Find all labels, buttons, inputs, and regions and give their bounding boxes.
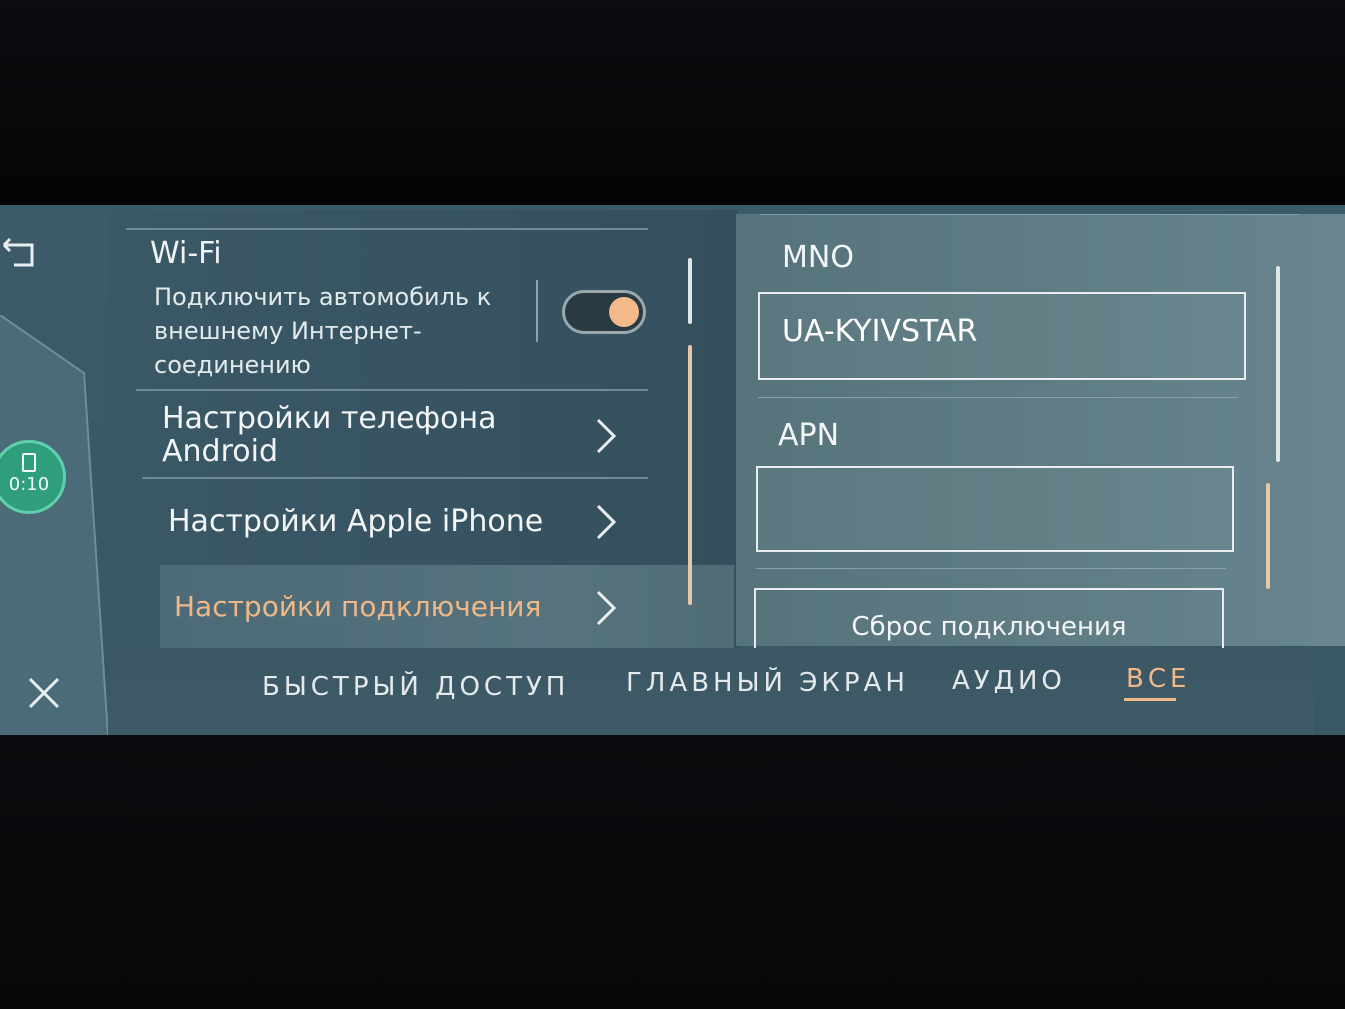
wifi-title: Wi-Fi	[150, 236, 222, 271]
divider	[136, 389, 648, 391]
active-tab-indicator	[1124, 698, 1176, 701]
right-scrollbar-track[interactable]	[1276, 266, 1280, 462]
mno-value: UA-KYIVSTAR	[782, 314, 978, 349]
toggle-divider	[536, 280, 538, 342]
scrollbar-thumb[interactable]	[688, 345, 692, 605]
toggle-knob	[609, 297, 639, 327]
divider	[758, 397, 1238, 398]
chevron-right-icon	[596, 418, 617, 454]
scrollbar-track[interactable]	[688, 258, 692, 324]
mno-field[interactable]: UA-KYIVSTAR	[758, 292, 1246, 380]
apn-label: APN	[778, 418, 840, 453]
close-icon[interactable]	[26, 675, 62, 711]
tab-home-screen[interactable]: ГЛАВНЫЙ ЭКРАН	[626, 668, 909, 698]
reset-connection-button[interactable]: Сброс подключения	[754, 588, 1224, 648]
back-arrow-icon[interactable]	[0, 235, 38, 271]
display-bezel-bottom	[0, 735, 1345, 1009]
mno-label: MNO	[782, 240, 854, 275]
wifi-toggle[interactable]	[562, 290, 646, 334]
divider	[126, 228, 648, 230]
tab-audio[interactable]: АУДИО	[952, 666, 1066, 696]
apn-field[interactable]	[756, 466, 1234, 552]
chevron-right-icon	[596, 590, 617, 626]
side-panel-shape	[0, 315, 108, 735]
wifi-description: Подключить автомобиль к внешнему Интерне…	[154, 283, 492, 379]
phone-icon	[22, 453, 36, 472]
left-rail: 0:10	[0, 205, 108, 735]
reset-connection-label: Сброс подключения	[851, 612, 1127, 642]
divider	[760, 214, 1300, 215]
iphone-settings-label[interactable]: Настройки Apple iPhone	[168, 505, 543, 538]
display-bezel-top	[0, 0, 1345, 210]
tab-quick-access[interactable]: БЫСТРЫЙ ДОСТУП	[262, 672, 569, 702]
android-settings-label[interactable]: Настройки телефона Android	[162, 402, 542, 468]
chevron-right-icon	[596, 504, 617, 540]
call-timer: 0:10	[8, 474, 50, 495]
divider	[756, 568, 1226, 569]
divider	[142, 477, 648, 479]
right-scrollbar-thumb[interactable]	[1266, 483, 1270, 589]
tab-all[interactable]: ВСЕ	[1126, 664, 1190, 694]
connection-settings-label[interactable]: Настройки подключения	[174, 590, 541, 623]
